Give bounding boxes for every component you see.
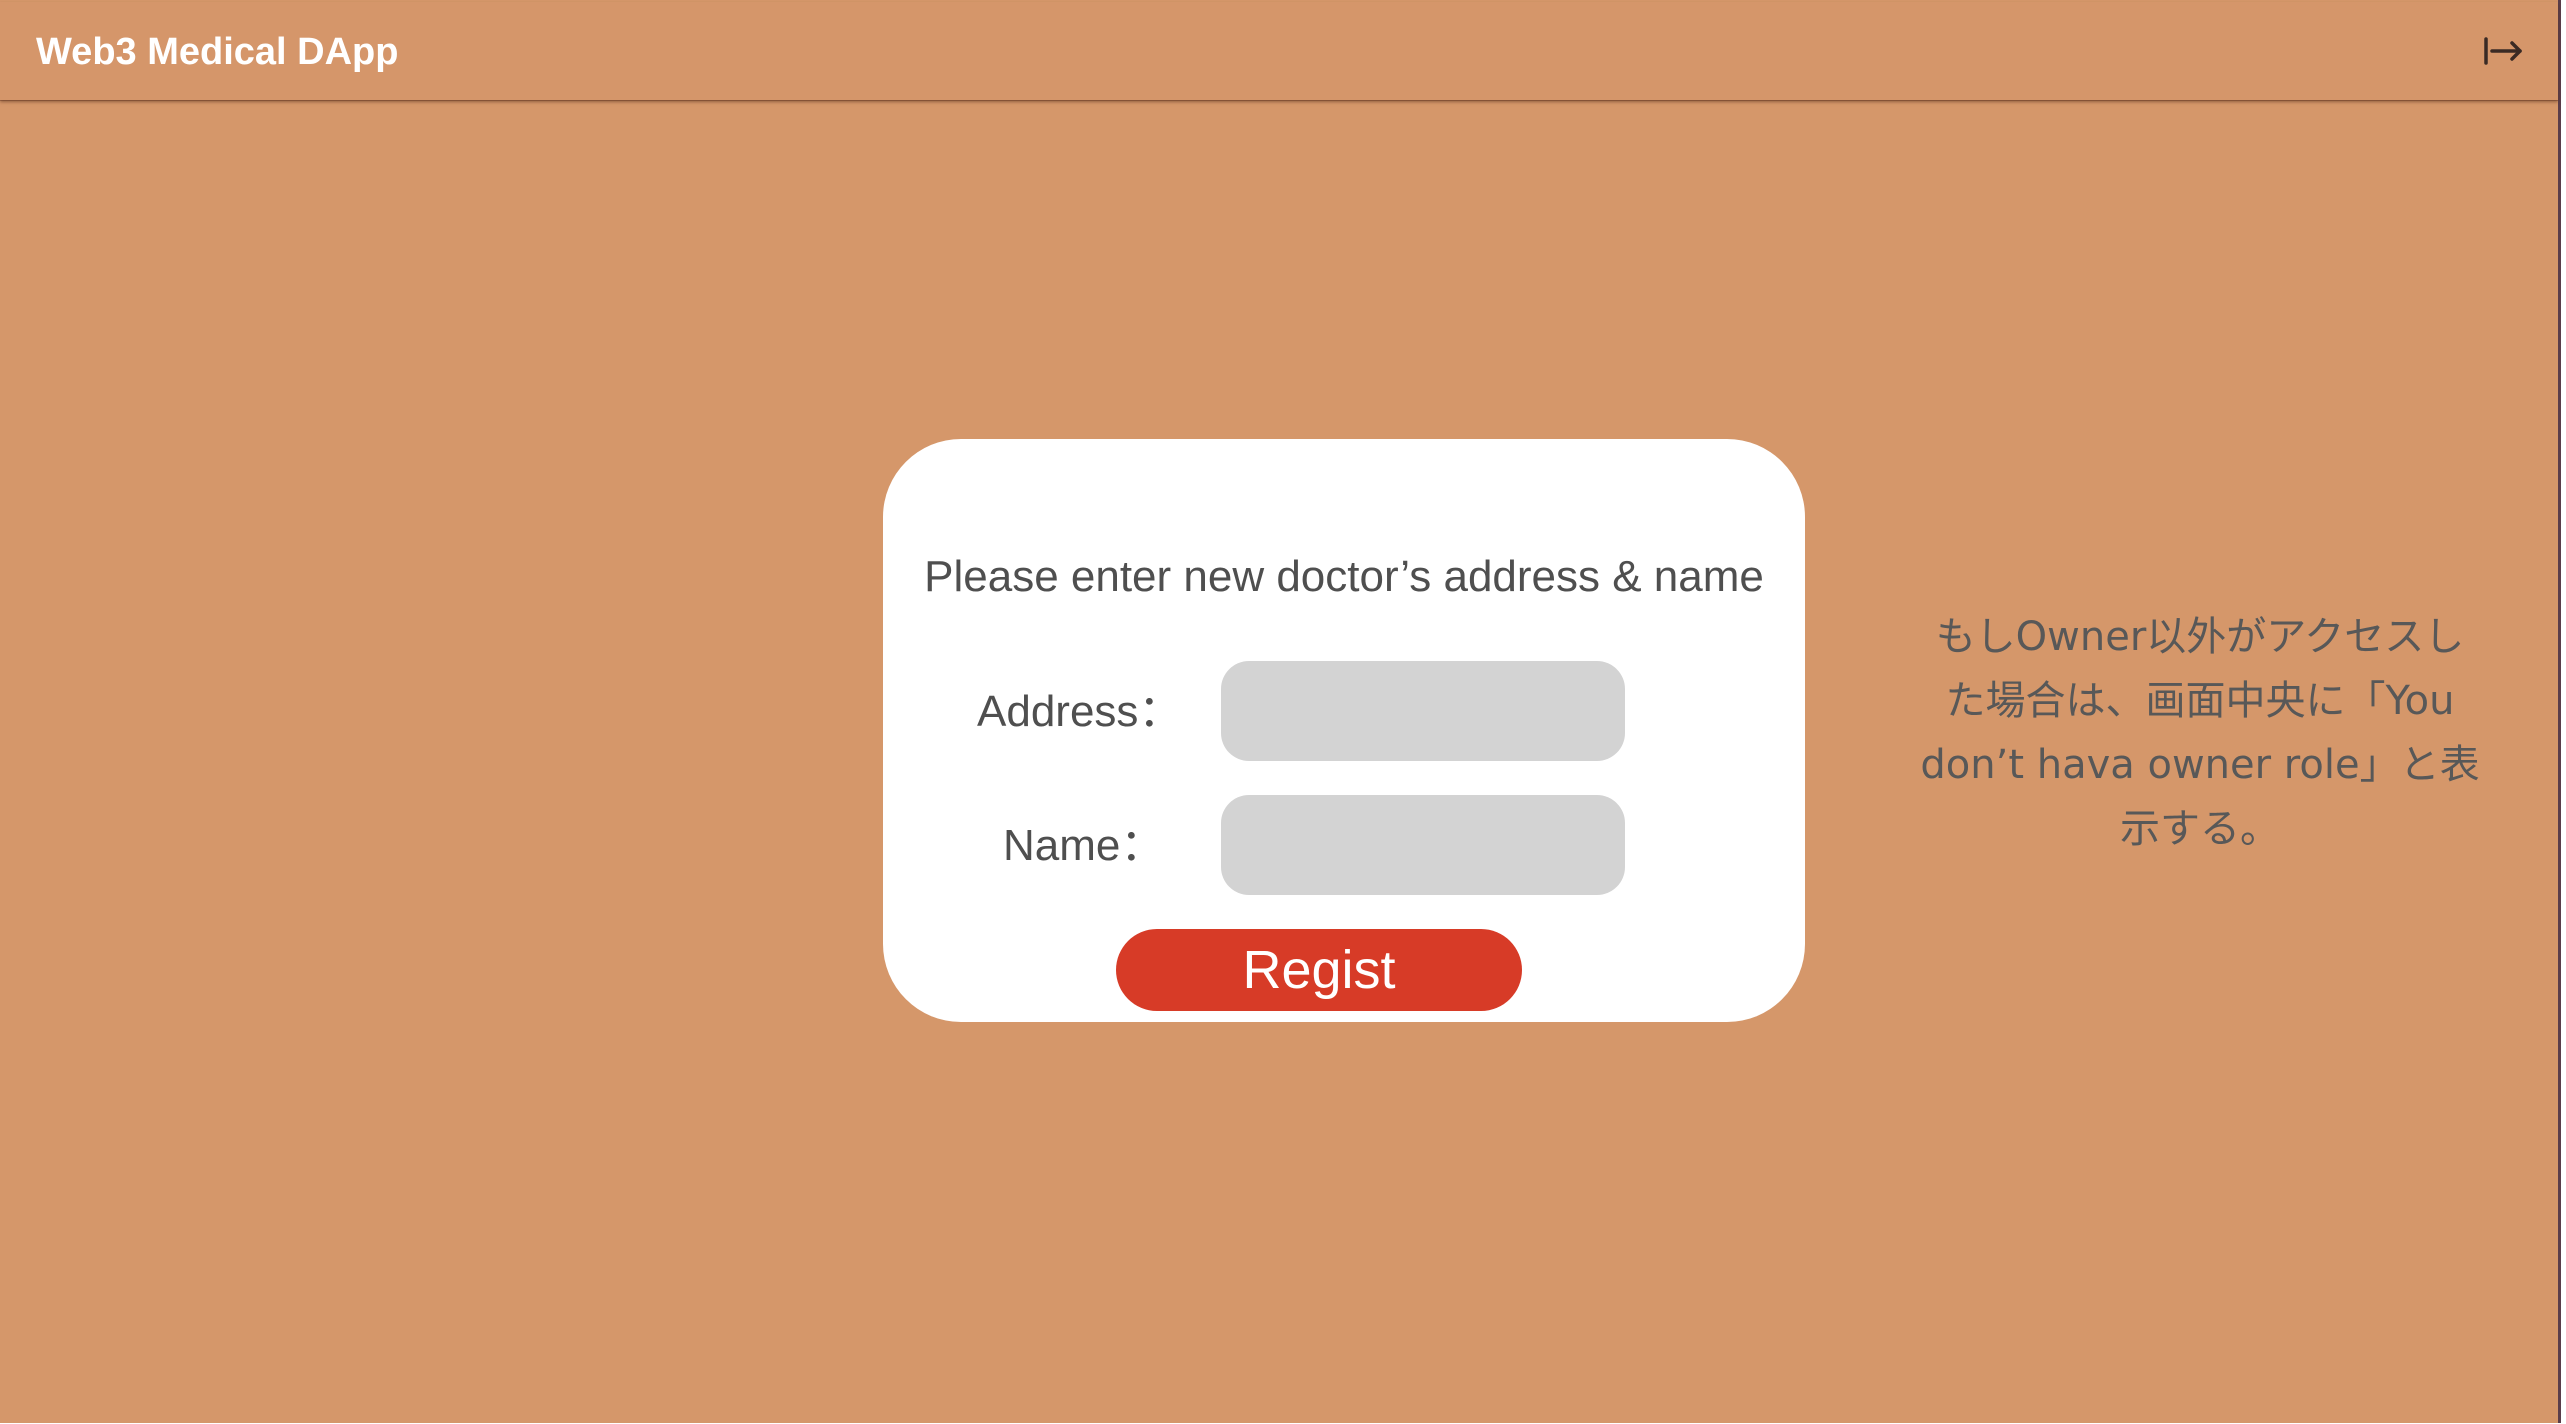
note-line: た場合は、画面中央に「You — [1945, 678, 2455, 724]
note-line: don’t hava owner role」と表 — [1920, 742, 2480, 788]
regist-button[interactable]: Regist — [1116, 929, 1522, 1011]
address-input[interactable] — [1221, 661, 1625, 761]
logout-arrow-icon — [2484, 37, 2522, 65]
app-background: Web3 Medical DApp Please enter new docto… — [0, 0, 2561, 1423]
register-doctor-card: Please enter new doctor’s address & name… — [883, 439, 1805, 1022]
note-line: 示する。 — [2120, 806, 2280, 852]
name-label: Name： — [1003, 821, 1165, 870]
note-line: もしOwner以外がアクセスし — [1935, 614, 2465, 660]
owner-role-note: もしOwner以外がアクセスし た場合は、画面中央に「You don’t hav… — [1905, 605, 2495, 861]
address-label: Address： — [977, 687, 1183, 736]
name-input[interactable] — [1221, 795, 1625, 895]
logout-button[interactable] — [2480, 30, 2528, 74]
app-title: Web3 Medical DApp — [36, 31, 399, 73]
form-heading: Please enter new doctor’s address & name — [924, 552, 1764, 601]
app-bar: Web3 Medical DApp — [0, 2, 2558, 100]
